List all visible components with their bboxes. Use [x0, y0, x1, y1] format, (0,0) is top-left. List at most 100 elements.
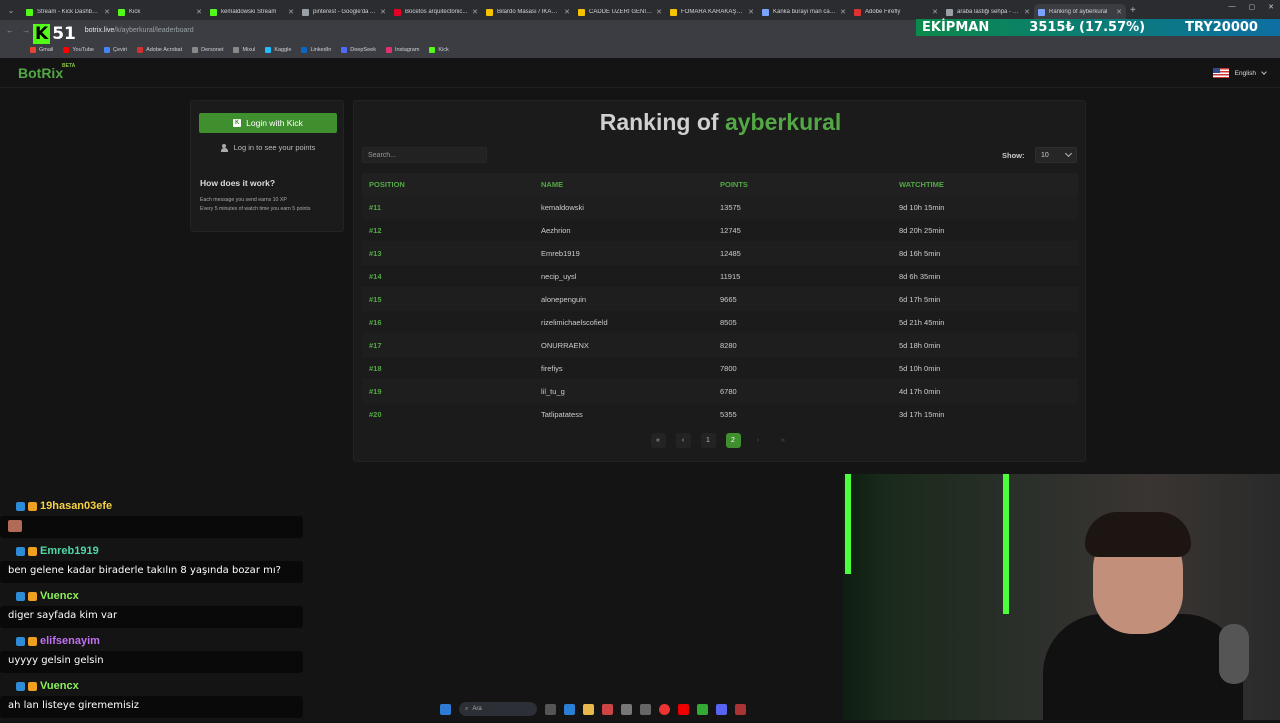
bookmark-label: DeepSeek	[350, 46, 376, 53]
stream-logo: K 51	[33, 24, 76, 44]
column-header-name[interactable]: NAME	[541, 180, 720, 189]
row-position: #20	[369, 409, 382, 419]
close-tab-icon[interactable]: ✕	[104, 8, 110, 16]
close-tab-icon[interactable]: ✕	[564, 8, 570, 16]
close-tab-icon[interactable]: ✕	[196, 8, 202, 16]
tab-title: FOMARA KARAKAŞGİ...	[681, 9, 745, 15]
browser-tab[interactable]: pinterest - Google'da ... ✕	[298, 4, 390, 20]
close-tab-icon[interactable]: ✕	[748, 8, 754, 16]
discord-icon[interactable]	[716, 703, 727, 715]
column-header-position[interactable]: POSITION	[362, 180, 541, 189]
bookmark-item[interactable]: Adobe Acrobat	[137, 46, 182, 53]
app-icon[interactable]	[640, 703, 651, 715]
browser-tab[interactable]: kemaldowski Stream ✕	[206, 4, 298, 20]
youtube-icon[interactable]	[678, 703, 689, 715]
chat-username: 19hasan03efe	[40, 500, 113, 512]
task-view-icon[interactable]	[545, 703, 556, 715]
chevron-down-icon	[1261, 68, 1267, 75]
bookmark-item[interactable]: DeepSeek	[341, 46, 376, 53]
close-tab-icon[interactable]: ✕	[1024, 8, 1030, 16]
ticker-value: 3515₺ (17.57%)	[1029, 20, 1146, 35]
bookmark-item[interactable]: Gmail	[30, 46, 53, 53]
chat-username: Vuencx	[40, 590, 79, 602]
page-1-button[interactable]: 1	[700, 433, 716, 448]
chat-username: elifsenayim	[40, 635, 100, 647]
app-icon[interactable]	[621, 703, 632, 715]
close-tab-icon[interactable]: ✕	[932, 8, 938, 16]
row-points: 9665	[720, 294, 737, 304]
close-window-icon[interactable]: ✕	[1268, 3, 1274, 11]
bookmark-item[interactable]: Mixul	[233, 46, 255, 53]
bookmark-item[interactable]: Kaggle	[265, 46, 291, 53]
login-button-label: Login with Kick	[246, 118, 303, 128]
tab-search-icon[interactable]: ⌄	[0, 0, 22, 20]
close-tab-icon[interactable]: ✕	[472, 8, 478, 16]
previous-page-button[interactable]: ‹	[675, 433, 691, 448]
browser-tab[interactable]: Kanka burayı man cav... ✕	[758, 4, 850, 20]
whatsapp-icon[interactable]	[697, 703, 708, 715]
maximize-icon[interactable]: ▢	[1249, 3, 1256, 11]
start-icon[interactable]	[440, 703, 451, 715]
browser-tab[interactable]: Adobe Firefly ✕	[850, 4, 942, 20]
browser-tab[interactable]: Bocetos arquitectónic... ✕	[390, 4, 482, 20]
bookmark-item[interactable]: Instagram	[385, 46, 419, 53]
next-page-button[interactable]: ›	[751, 433, 766, 448]
close-tab-icon[interactable]: ✕	[1116, 8, 1122, 16]
back-icon[interactable]: ←	[6, 26, 14, 35]
taskbar-search[interactable]: ⌕ Ara	[459, 702, 537, 716]
bookmark-item[interactable]: Kick	[429, 46, 449, 53]
browser-tab[interactable]: Kick ✕	[114, 4, 206, 20]
browser-tab[interactable]: CADDE ÜZERİ GENİŞ ... ✕	[574, 4, 666, 20]
bookmark-icon	[192, 46, 199, 53]
tab-favicon-icon	[26, 8, 33, 16]
column-header-watchtime[interactable]: WATCHTIME	[899, 180, 1078, 189]
new-tab-icon[interactable]: +	[1130, 5, 1136, 16]
tab-favicon-icon	[210, 8, 217, 16]
close-tab-icon[interactable]: ✕	[288, 8, 294, 16]
table-row: #16 rizelimichaelscofield 8505 5d 21h 45…	[362, 310, 1078, 333]
close-tab-icon[interactable]: ✕	[380, 8, 386, 16]
chevron-down-icon	[1064, 149, 1073, 158]
green-light-strip	[1003, 474, 1009, 614]
first-page-button[interactable]: «	[650, 433, 666, 448]
browser-tab[interactable]: Stream - Kick Dashbo... ✕	[22, 4, 114, 20]
chrome-icon[interactable]	[659, 703, 670, 715]
last-page-button[interactable]: »	[776, 433, 791, 448]
page-size-select[interactable]: 10	[1035, 147, 1077, 163]
tab-favicon-icon	[486, 8, 493, 16]
row-name: ONURRAENX	[541, 340, 589, 350]
how-it-works-text: Each message you send earns 10 XP Every …	[200, 196, 310, 214]
close-tab-icon[interactable]: ✕	[656, 8, 662, 16]
browser-tab[interactable]: Bilardo Masası / İKAS... ✕	[482, 4, 574, 20]
app-icon[interactable]	[735, 703, 746, 715]
language-selector[interactable]: English	[1212, 68, 1267, 78]
row-name: Tatlipatatess	[541, 409, 583, 419]
browser-tab[interactable]: araba lastiği sehpa - G... ✕	[942, 4, 1034, 20]
edge-icon[interactable]	[564, 703, 575, 715]
browser-tab[interactable]: FOMARA KARAKAŞGİ... ✕	[666, 4, 758, 20]
file-explorer-icon[interactable]	[583, 703, 594, 715]
url-field[interactable]: botrix.live/k/ayberkural/leaderboard	[85, 27, 194, 34]
see-points-link[interactable]: Log in to see your points	[191, 143, 345, 152]
minimize-icon[interactable]: —	[1229, 3, 1236, 11]
page-title: Ranking of ayberkural	[354, 109, 1087, 136]
page-2-button[interactable]: 2	[725, 433, 741, 448]
app-icon[interactable]	[602, 703, 613, 715]
row-name: Aezhrion	[541, 225, 571, 235]
tab-title: Kick	[129, 9, 141, 15]
bookmark-item[interactable]: YouTube	[63, 46, 94, 53]
forward-icon[interactable]: →	[22, 26, 30, 35]
column-header-points[interactable]: POINTS	[720, 180, 899, 189]
row-points: 11915	[720, 271, 741, 281]
row-name: firefiys	[541, 363, 563, 373]
bookmark-item[interactable]: LinkedIn	[301, 46, 331, 53]
search-input[interactable]	[362, 147, 487, 163]
bookmark-item[interactable]: Çeviri	[104, 46, 127, 53]
bookmark-item[interactable]: Dersonet	[192, 46, 223, 53]
browser-tab[interactable]: Ranking of ayberkural ✕	[1034, 4, 1126, 20]
brand-logo[interactable]: BotRix BETA	[18, 63, 75, 81]
gift-badge-icon	[28, 636, 37, 646]
login-with-kick-button[interactable]: K Login with Kick	[199, 113, 337, 133]
close-tab-icon[interactable]: ✕	[840, 8, 846, 16]
gift-badge-icon	[28, 591, 37, 601]
